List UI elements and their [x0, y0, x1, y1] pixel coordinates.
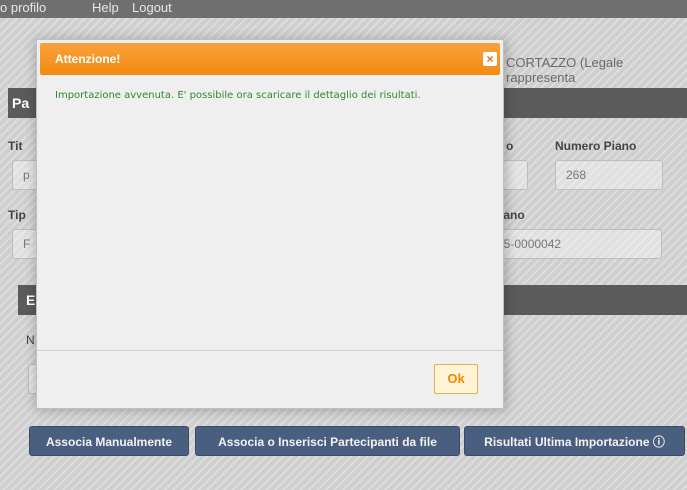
risultati-importazione-button[interactable]: Risultati Ultima Importazione ⓘ [464, 426, 685, 456]
titolo-label: Tit [8, 139, 23, 153]
nav-profile-link[interactable]: o profilo [0, 0, 46, 16]
top-navbar: o profilo Help Logout [0, 0, 687, 18]
section2-label: E [26, 292, 36, 308]
associa-manualmente-button[interactable]: Associa Manualmente [29, 426, 189, 456]
attention-dialog: Attenzione! × Importazione avvenuta. E' … [36, 39, 504, 409]
numero-piano-field[interactable]: 268 [555, 160, 663, 190]
nav-help-link[interactable]: Help [92, 0, 119, 16]
section2-n-label: N [26, 333, 35, 347]
dialog-message: Importazione avvenuta. E' possibile ora … [55, 90, 421, 101]
dialog-footer-divider [37, 350, 503, 351]
numero-piano-label: Numero Piano [555, 139, 637, 153]
section-header-label: Pa [12, 95, 30, 111]
nav-logout-link[interactable]: Logout [132, 0, 172, 16]
ok-button[interactable]: Ok [434, 364, 478, 394]
dialog-header: Attenzione! × [40, 43, 500, 75]
user-info-text: CORTAZZO (Legale rappresenta [506, 55, 624, 85]
close-icon[interactable]: × [483, 52, 497, 66]
associa-da-file-button[interactable]: Associa o Inserisci Partecipanti da file [195, 426, 460, 456]
tipo-label: Tip [8, 208, 26, 222]
codice-label: o [506, 139, 514, 153]
dialog-title: Attenzione! [55, 52, 121, 66]
piano-field[interactable]: 15-0000042 [490, 229, 662, 259]
